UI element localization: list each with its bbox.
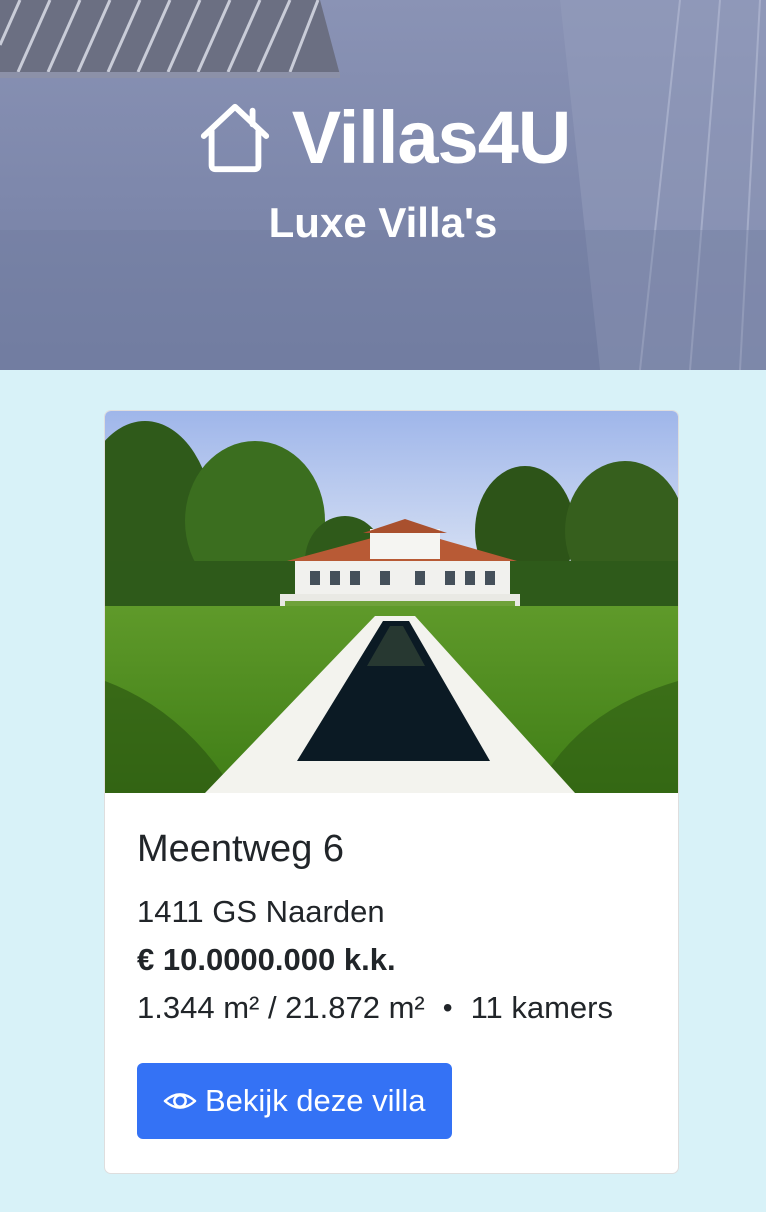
house-icon bbox=[200, 103, 269, 173]
eye-icon bbox=[163, 1093, 197, 1109]
view-villa-button-label: Bekijk deze villa bbox=[205, 1083, 426, 1118]
villa-card: Meentweg 6 1411 GS Naarden € 10.0000.000… bbox=[104, 410, 679, 1174]
villa-rooms: 11 kamers bbox=[470, 990, 613, 1025]
brand-subtitle: Luxe Villa's bbox=[268, 199, 498, 246]
villa-address: 1411 GS Naarden bbox=[137, 894, 385, 929]
villa-price: € 10.0000.000 k.k. bbox=[137, 942, 396, 977]
villa-meta: 1.344 m² / 21.872 m² • 11 kamers bbox=[137, 987, 646, 1029]
hero-banner: Villas4U Luxe Villa's bbox=[0, 0, 766, 370]
villa-title: Meentweg 6 bbox=[137, 828, 345, 870]
villa-photo bbox=[105, 411, 678, 793]
meta-separator: • bbox=[442, 992, 453, 1023]
view-villa-button[interactable]: Bekijk deze villa bbox=[137, 1063, 452, 1139]
villa-area: 1.344 m² / 21.872 m² bbox=[137, 990, 425, 1025]
brand-title: Villas4U bbox=[291, 96, 572, 179]
